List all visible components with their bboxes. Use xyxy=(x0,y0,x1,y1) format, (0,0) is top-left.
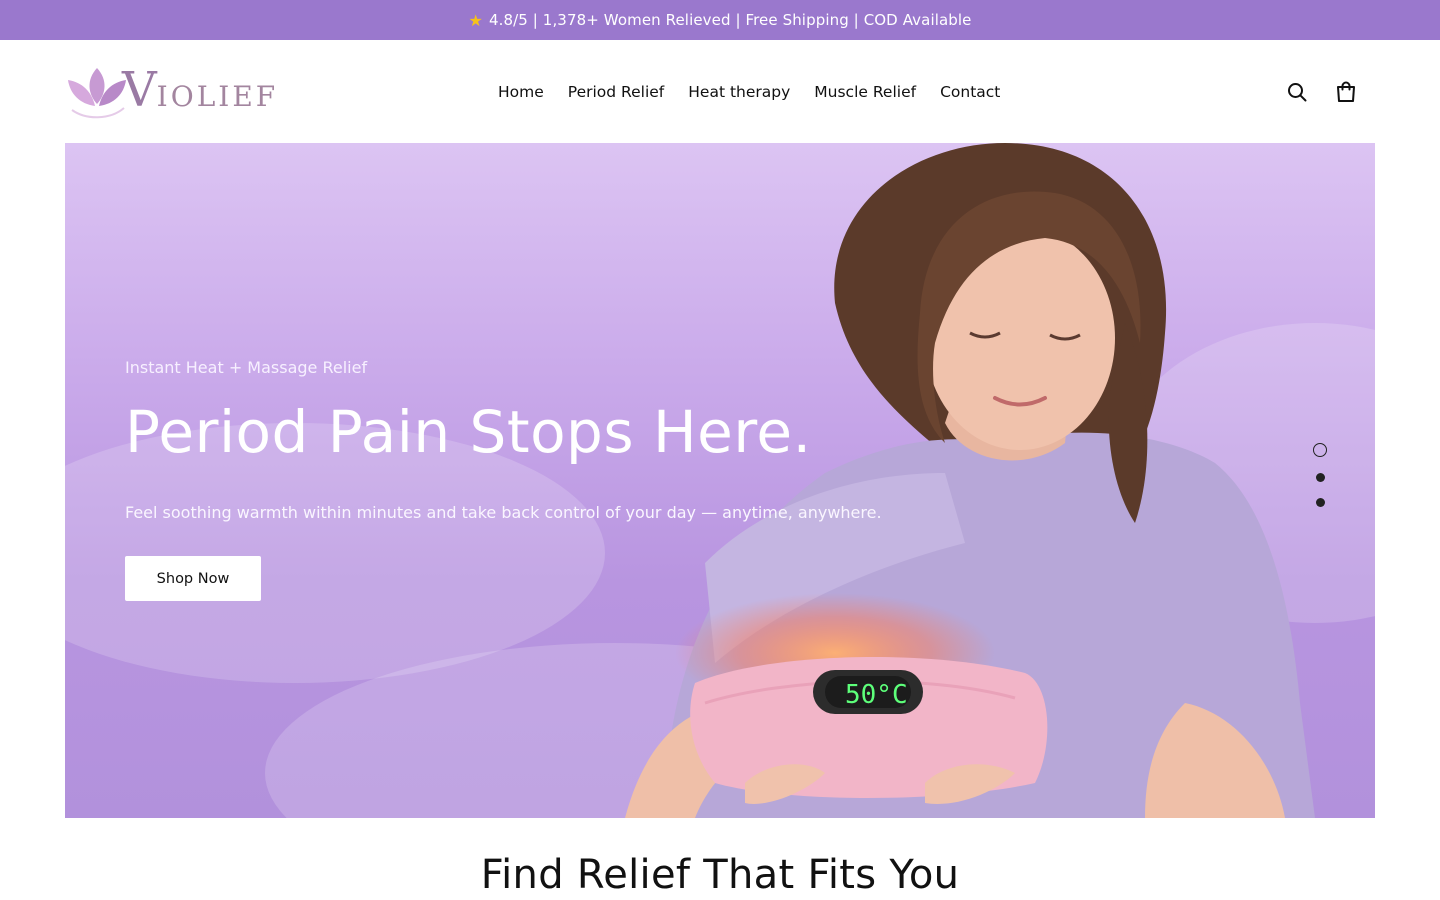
hero-eyebrow: Instant Heat + Massage Relief xyxy=(125,358,368,377)
search-icon[interactable] xyxy=(1285,80,1309,104)
nav-contact[interactable]: Contact xyxy=(940,83,1000,101)
hero-title: Period Pain Stops Here. xyxy=(125,398,812,466)
slide-dot-2[interactable] xyxy=(1315,473,1325,482)
shopping-bag-icon[interactable] xyxy=(1334,80,1358,104)
nav-muscle-relief[interactable]: Muscle Relief xyxy=(814,83,916,101)
hero-banner: 50°C Instant Heat + Massage Relief Perio… xyxy=(65,143,1375,818)
slide-dot-1[interactable] xyxy=(1313,443,1327,457)
logo-wordmark: VIOLIEF xyxy=(122,62,279,118)
hero-content: Instant Heat + Massage Relief Period Pai… xyxy=(125,358,882,601)
device-temperature-display: 50°C xyxy=(845,680,908,710)
slideshow-pagination xyxy=(1313,443,1327,507)
nav-period-relief[interactable]: Period Relief xyxy=(568,83,664,101)
announcement-text: 4.8/5 | 1,378+ Women Relieved | Free Shi… xyxy=(488,11,972,29)
nav-heat-therapy[interactable]: Heat therapy xyxy=(688,83,790,101)
site-header: VIOLIEF Home Period Relief Heat therapy … xyxy=(0,40,1440,143)
hero-subtitle: Feel soothing warmth within minutes and … xyxy=(125,503,882,522)
lotus-icon xyxy=(68,68,126,119)
slide-dot-3[interactable] xyxy=(1315,498,1325,507)
announcement-bar: ★ 4.8/5 | 1,378+ Women Relieved | Free S… xyxy=(0,0,1440,40)
section-title: Find Relief That Fits You xyxy=(480,852,960,898)
star-icon: ★ xyxy=(468,10,483,30)
main-nav: Home Period Relief Heat therapy Muscle R… xyxy=(498,40,1000,143)
shop-now-button[interactable]: Shop Now xyxy=(125,556,261,601)
nav-home[interactable]: Home xyxy=(498,83,544,101)
site-logo[interactable]: VIOLIEF xyxy=(66,58,275,122)
